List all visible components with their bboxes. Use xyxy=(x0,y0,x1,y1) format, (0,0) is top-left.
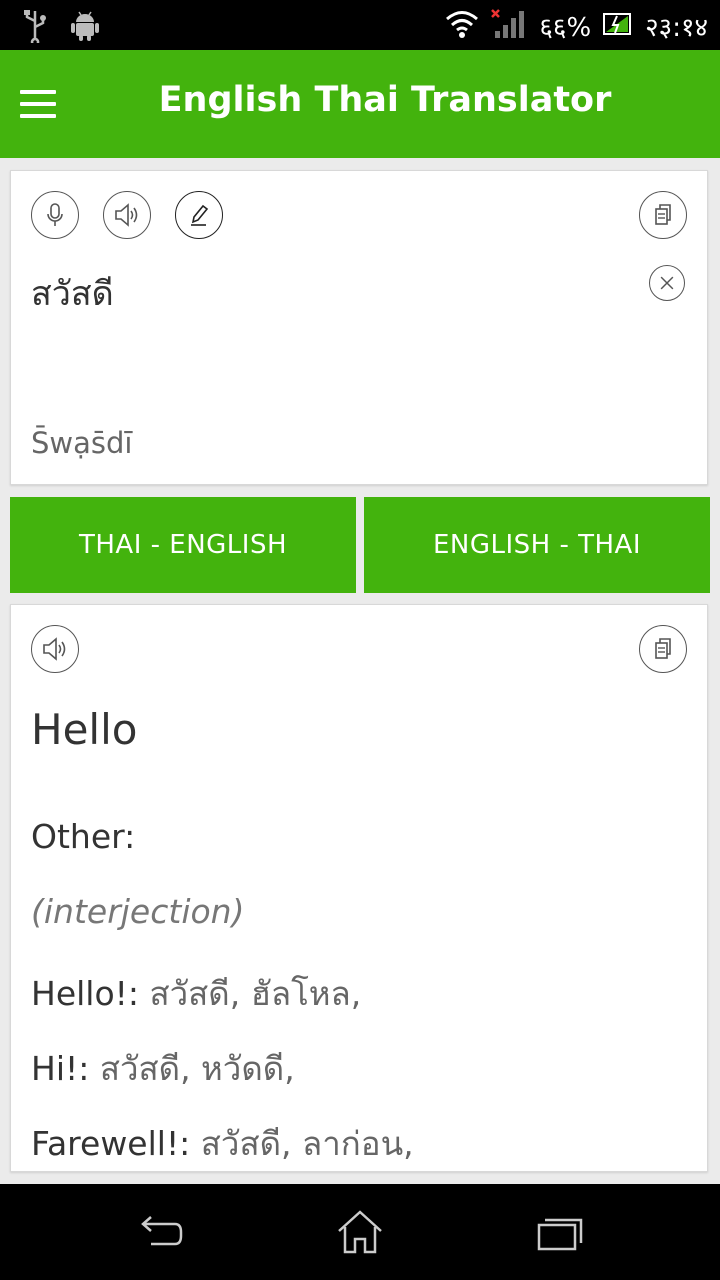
clock: २३:१४ xyxy=(645,13,708,43)
entry-thai: สวัสดี, หวัดดี, xyxy=(89,1049,295,1088)
back-icon[interactable] xyxy=(130,1204,190,1260)
list-item: Hi!: สวัสดี, หวัดดี, xyxy=(31,1042,295,1095)
list-item: Hello!: สวัสดี, ฮัลโหล, xyxy=(31,967,361,1020)
part-of-speech: (interjection) xyxy=(31,892,245,931)
usb-icon xyxy=(22,9,48,47)
home-icon[interactable] xyxy=(330,1204,390,1260)
recent-apps-icon[interactable] xyxy=(530,1204,590,1260)
signal-icon xyxy=(491,9,527,47)
input-card: สวัสดี S̄wạs̄dī xyxy=(10,170,708,485)
thai-english-button[interactable]: THAI - ENGLISH xyxy=(10,497,356,593)
android-icon xyxy=(70,10,100,46)
wifi-icon xyxy=(445,9,479,47)
entry-word: Farewell!: xyxy=(31,1124,191,1163)
battery-icon xyxy=(603,12,633,44)
transliteration: S̄wạs̄dī xyxy=(31,426,133,460)
app-bar: English Thai Translator xyxy=(0,50,720,158)
translation-result: Hello xyxy=(31,705,138,754)
copy-icon[interactable] xyxy=(639,191,687,239)
speaker-icon[interactable] xyxy=(31,625,79,673)
battery-percent: ६६% xyxy=(539,13,592,43)
other-label: Other: xyxy=(31,817,136,856)
copy-icon[interactable] xyxy=(639,625,687,673)
speaker-icon[interactable] xyxy=(103,191,151,239)
entry-word: Hello!: xyxy=(31,974,139,1013)
navigation-bar xyxy=(0,1184,720,1280)
clear-icon[interactable] xyxy=(649,265,685,301)
app-title: English Thai Translator xyxy=(158,80,612,120)
source-text-input[interactable]: สวัสดี xyxy=(31,266,114,320)
list-item: Farewell!: สวัสดี, ลาก่อน, xyxy=(31,1117,414,1170)
status-bar: ६६% २३:१४ xyxy=(0,0,720,50)
entry-thai: สวัสดี, ลาก่อน, xyxy=(190,1124,414,1163)
microphone-icon[interactable] xyxy=(31,191,79,239)
english-thai-button[interactable]: ENGLISH - THAI xyxy=(364,497,710,593)
pen-icon[interactable] xyxy=(175,191,223,239)
entry-word: Hi!: xyxy=(31,1049,90,1088)
entry-thai: สวัสดี, ฮัลโหล, xyxy=(139,974,362,1013)
result-card: Hello Other: (interjection) Hello!: สวัส… xyxy=(10,604,708,1172)
